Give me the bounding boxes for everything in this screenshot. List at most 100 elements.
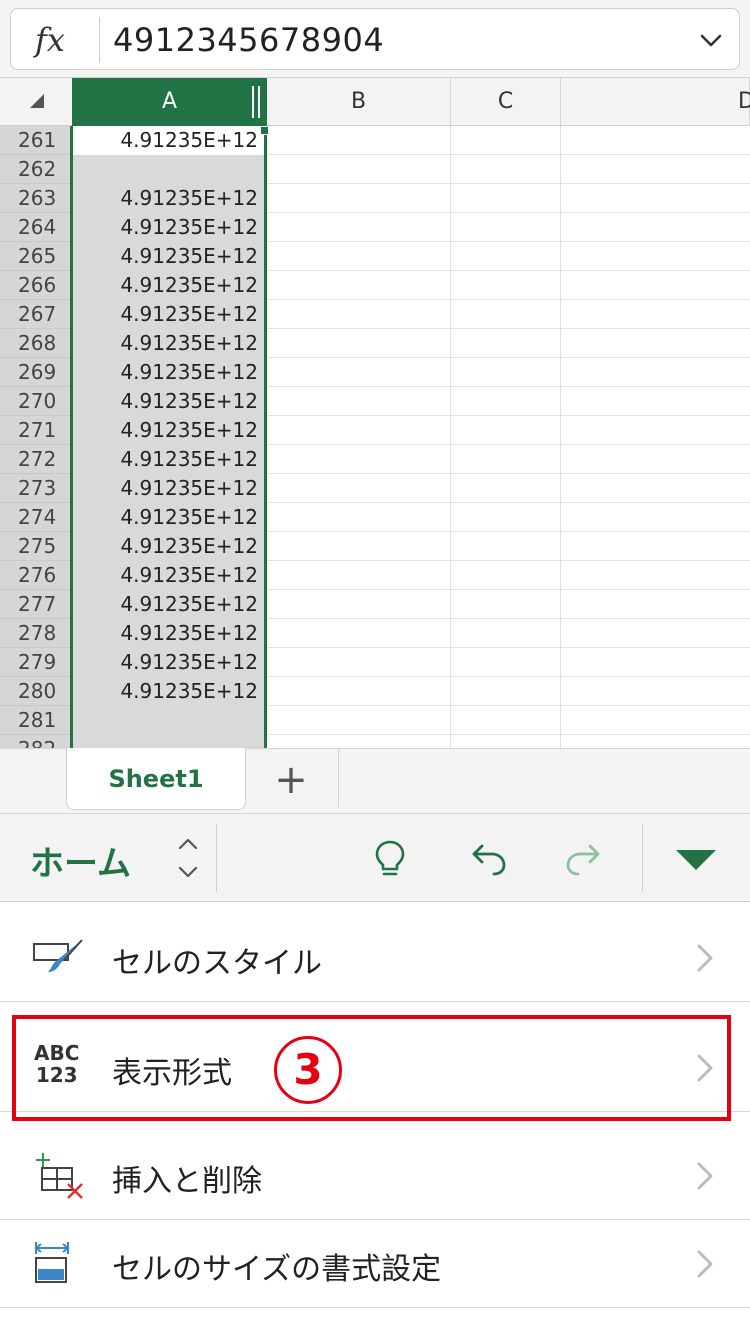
cell-c[interactable]: [451, 126, 561, 155]
cell-c[interactable]: [451, 155, 561, 184]
cell-c[interactable]: [451, 358, 561, 387]
cell-c[interactable]: [451, 416, 561, 445]
cell-a[interactable]: 4.91235E+12: [72, 213, 267, 242]
cell-b[interactable]: [267, 184, 451, 213]
cell-c[interactable]: [451, 503, 561, 532]
cell-b[interactable]: [267, 271, 451, 300]
cell-b[interactable]: [267, 706, 451, 735]
cell-c[interactable]: [451, 561, 561, 590]
cell-c[interactable]: [451, 445, 561, 474]
cell-a[interactable]: 4.91235E+12: [72, 271, 267, 300]
cell-b[interactable]: [267, 445, 451, 474]
cell-c[interactable]: [451, 619, 561, 648]
cell-b[interactable]: [267, 474, 451, 503]
column-resize-handle[interactable]: [252, 86, 260, 118]
column-header-d[interactable]: D: [561, 78, 750, 126]
cell-a[interactable]: [72, 155, 267, 184]
up-down-chevron-icon[interactable]: [176, 834, 200, 882]
select-all-corner[interactable]: [0, 78, 72, 126]
column-header-a[interactable]: A: [72, 78, 267, 126]
row-header[interactable]: 272: [0, 445, 72, 474]
cell-b[interactable]: [267, 358, 451, 387]
cell-b[interactable]: [267, 329, 451, 358]
menu-item-cell-style[interactable]: セルのスタイル: [0, 914, 750, 1002]
row-header[interactable]: 281: [0, 706, 72, 735]
cell-a[interactable]: 4.91235E+12: [72, 358, 267, 387]
menu-item-insert-delete[interactable]: 挿入と削除: [0, 1132, 750, 1220]
row-header[interactable]: 276: [0, 561, 72, 590]
row-header[interactable]: 278: [0, 619, 72, 648]
fx-icon[interactable]: fx: [35, 21, 65, 59]
cell-a[interactable]: 4.91235E+12: [72, 590, 267, 619]
cell-b[interactable]: [267, 648, 451, 677]
row-header[interactable]: 264: [0, 213, 72, 242]
column-header-c[interactable]: C: [451, 78, 561, 126]
cell-b[interactable]: [267, 532, 451, 561]
cell-c[interactable]: [451, 648, 561, 677]
cell-c[interactable]: [451, 271, 561, 300]
cell-c[interactable]: [451, 242, 561, 271]
cell-a[interactable]: 4.91235E+12: [72, 184, 267, 213]
row-header[interactable]: 275: [0, 532, 72, 561]
undo-icon[interactable]: [466, 836, 510, 880]
cell-a[interactable]: 4.91235E+12: [72, 242, 267, 271]
selection-fill-handle[interactable]: [260, 126, 269, 135]
row-header[interactable]: 262: [0, 155, 72, 184]
row-header[interactable]: 263: [0, 184, 72, 213]
cell-b[interactable]: [267, 387, 451, 416]
cell-c[interactable]: [451, 706, 561, 735]
row-header[interactable]: 267: [0, 300, 72, 329]
cell-b[interactable]: [267, 300, 451, 329]
cell-a[interactable]: 4.91235E+12: [72, 532, 267, 561]
ribbon-tab-selector[interactable]: ホーム: [30, 836, 131, 885]
cell-b[interactable]: [267, 677, 451, 706]
column-header-b[interactable]: B: [267, 78, 451, 126]
formula-value[interactable]: 4912345678904: [113, 21, 384, 59]
cell-b[interactable]: [267, 619, 451, 648]
row-header[interactable]: 265: [0, 242, 72, 271]
cell-a[interactable]: 4.91235E+12: [72, 300, 267, 329]
cell-b[interactable]: [267, 155, 451, 184]
cell-a[interactable]: [72, 735, 267, 748]
row-header[interactable]: 273: [0, 474, 72, 503]
cell-c[interactable]: [451, 184, 561, 213]
row-header[interactable]: 261: [0, 126, 72, 155]
cell-a[interactable]: 4.91235E+12: [72, 445, 267, 474]
row-header[interactable]: 266: [0, 271, 72, 300]
cell-c[interactable]: [451, 677, 561, 706]
sheet-tab-sheet1[interactable]: Sheet1: [66, 748, 246, 810]
row-header[interactable]: 269: [0, 358, 72, 387]
row-header[interactable]: 270: [0, 387, 72, 416]
cell-a[interactable]: 4.91235E+12: [72, 416, 267, 445]
menu-item-cell-size[interactable]: セルのサイズの書式設定: [0, 1220, 750, 1308]
row-header[interactable]: 271: [0, 416, 72, 445]
cell-c[interactable]: [451, 590, 561, 619]
cell-a[interactable]: 4.91235E+12: [72, 387, 267, 416]
cell-c[interactable]: [451, 532, 561, 561]
cell-b[interactable]: [267, 242, 451, 271]
formula-input[interactable]: fx 4912345678904: [10, 8, 740, 70]
cell-b[interactable]: [267, 213, 451, 242]
cell-b[interactable]: [267, 126, 451, 155]
cell-c[interactable]: [451, 213, 561, 242]
cell-a[interactable]: 4.91235E+12: [72, 561, 267, 590]
cell-c[interactable]: [451, 387, 561, 416]
cell-b[interactable]: [267, 590, 451, 619]
row-header[interactable]: 268: [0, 329, 72, 358]
add-sheet-button[interactable]: +: [266, 755, 316, 805]
cell-a[interactable]: 4.91235E+12: [72, 677, 267, 706]
cell-c[interactable]: [451, 474, 561, 503]
cell-c[interactable]: [451, 300, 561, 329]
row-header[interactable]: 279: [0, 648, 72, 677]
cell-a[interactable]: 4.91235E+12: [72, 126, 267, 155]
collapse-ribbon-icon[interactable]: [676, 850, 716, 870]
redo-icon[interactable]: [562, 836, 606, 880]
cell-a[interactable]: 4.91235E+12: [72, 648, 267, 677]
cell-a[interactable]: 4.91235E+12: [72, 474, 267, 503]
row-header[interactable]: 274: [0, 503, 72, 532]
cell-a[interactable]: 4.91235E+12: [72, 329, 267, 358]
row-header[interactable]: 277: [0, 590, 72, 619]
cell-b[interactable]: [267, 503, 451, 532]
cell-b[interactable]: [267, 416, 451, 445]
cell-c[interactable]: [451, 735, 561, 748]
